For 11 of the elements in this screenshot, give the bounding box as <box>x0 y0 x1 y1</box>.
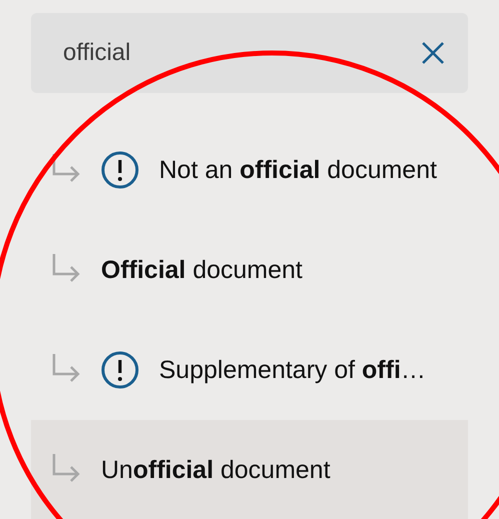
result-item[interactable]: Official document <box>31 220 468 320</box>
result-label: Supplementary of offi… <box>159 356 426 384</box>
result-item[interactable]: Unofficial document <box>31 420 468 519</box>
search-input[interactable]: official <box>63 39 416 67</box>
result-item[interactable]: Supplementary of offi… <box>31 320 468 420</box>
close-icon <box>420 40 446 66</box>
result-label: Unofficial document <box>101 456 330 484</box>
result-item[interactable]: Not an official document <box>31 120 468 220</box>
result-label: Official document <box>101 256 302 284</box>
search-field[interactable]: official <box>31 13 468 93</box>
result-label: Not an official document <box>159 156 437 184</box>
